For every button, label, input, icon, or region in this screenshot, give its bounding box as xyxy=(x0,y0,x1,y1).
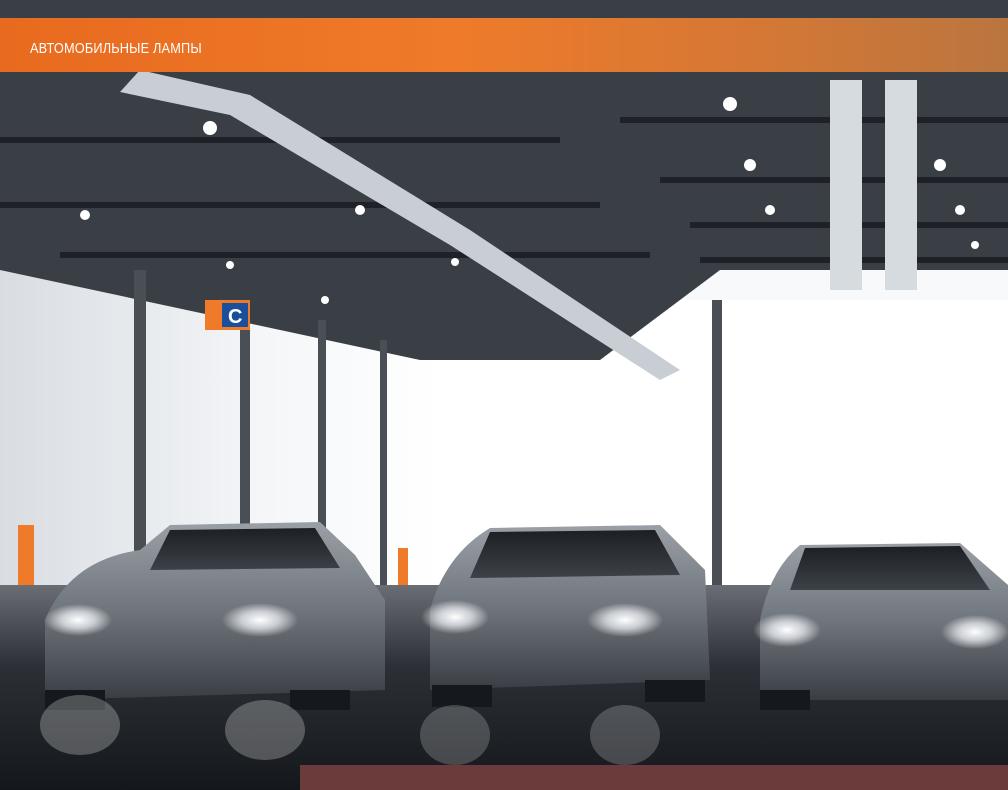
sign: C xyxy=(205,300,250,330)
bottom-strip xyxy=(300,765,1008,790)
hangar-photo: C xyxy=(0,0,1008,790)
car-center xyxy=(421,525,710,707)
duct-right-2 xyxy=(885,80,917,290)
orange-post-mid xyxy=(398,548,408,588)
section-banner: АВТОМОБИЛЬНЫЕ ЛАМПЫ xyxy=(0,18,1008,72)
duct-right-1 xyxy=(830,80,862,290)
car-right xyxy=(753,543,1008,710)
banner-title: АВТОМОБИЛЬНЫЕ ЛАМПЫ xyxy=(30,40,202,57)
sign-letter: C xyxy=(228,306,242,328)
